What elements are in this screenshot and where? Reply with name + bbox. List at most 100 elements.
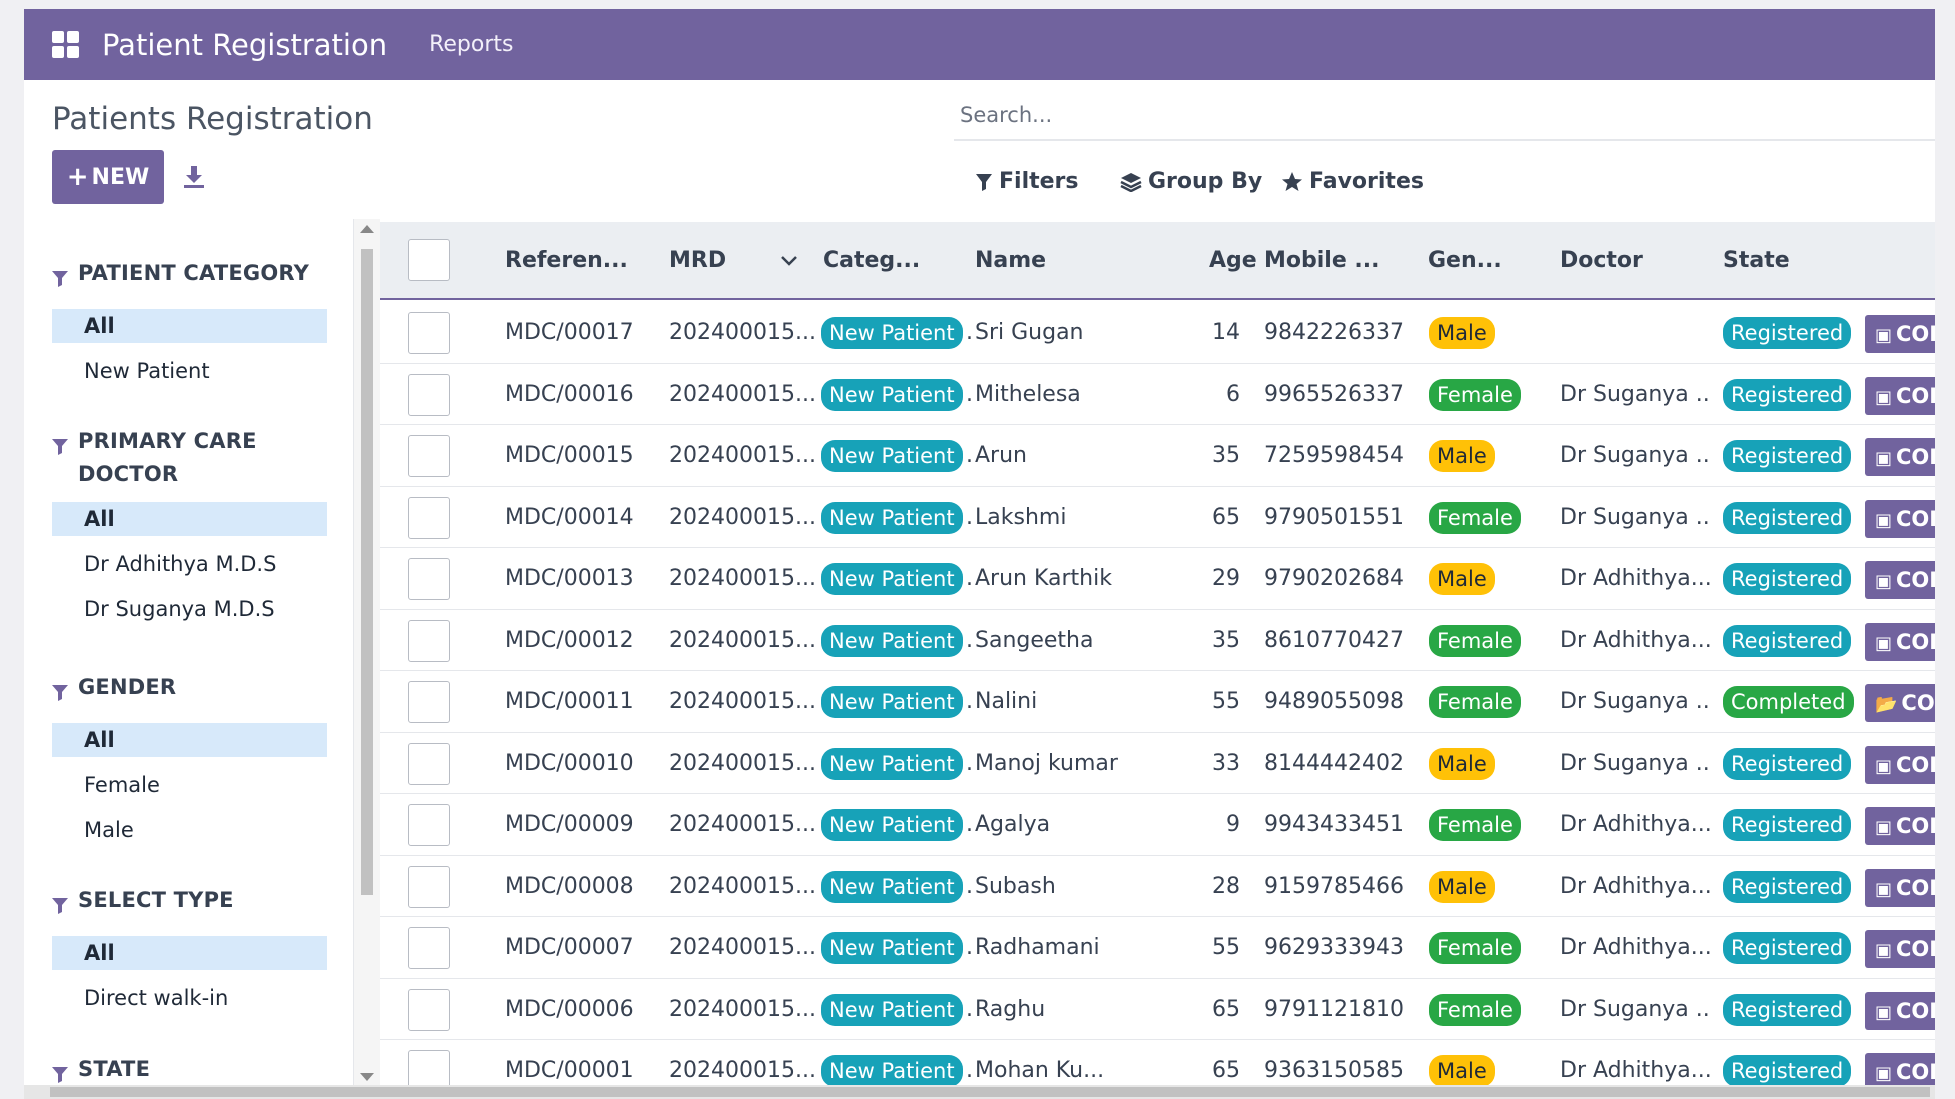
gender-badge: Male — [1429, 870, 1495, 903]
state-badge: Registered — [1723, 563, 1852, 595]
new-button[interactable]: + NEW — [52, 150, 164, 204]
column-header-age[interactable]: Age — [1209, 222, 1257, 300]
cell-doctor: Dr Suganya ... — [1560, 689, 1710, 714]
category-badge: New Patient — [821, 993, 963, 1026]
table-row[interactable]: MDC/00010 202400015... New Patient. Manoj k… — [380, 733, 1935, 794]
cell-reference: MDC/00008 — [505, 873, 634, 899]
column-header-name[interactable]: Name — [975, 222, 1046, 300]
horizontal-scrollbar[interactable] — [24, 1085, 1935, 1099]
apps-menu-icon[interactable] — [52, 30, 80, 59]
row-checkbox[interactable] — [408, 435, 450, 477]
table-row[interactable]: MDC/00014 202400015... New Patient. Lakshmi… — [380, 487, 1935, 548]
cell-age: 14 — [1212, 320, 1240, 345]
sidebar-item-all[interactable]: All — [52, 936, 327, 970]
sidebar-item-female[interactable]: Female — [52, 768, 327, 802]
table-row[interactable]: MDC/00017 202400015... New Patient. Sri Gug… — [380, 302, 1935, 364]
row-checkbox[interactable] — [408, 558, 450, 600]
cell-mrd: 202400015... — [669, 381, 814, 407]
sidebar-item-all[interactable]: All — [52, 502, 327, 536]
collect-button[interactable]: ▣COLL — [1865, 868, 1935, 907]
table-row[interactable]: MDC/00015 202400015... New Patient. Arun 35 7… — [380, 425, 1935, 487]
column-header-reference[interactable]: Referen... — [505, 222, 628, 300]
collect-button[interactable]: ▣COLL — [1865, 438, 1935, 476]
group-by-button[interactable]: Group By — [1120, 169, 1262, 194]
category-badge: New Patient — [821, 809, 963, 841]
cell-doctor: Dr Suganya ... — [1560, 504, 1710, 530]
sidebar-scrollbar[interactable] — [354, 219, 380, 1094]
top-navbar: Patient Registration Reports — [24, 9, 1935, 80]
row-checkbox[interactable] — [408, 742, 450, 785]
sidebar-item-all[interactable]: All — [52, 723, 327, 757]
section-title: SELECT TYPE — [78, 888, 234, 912]
row-checkbox[interactable] — [408, 619, 450, 662]
scroll-thumb[interactable] — [361, 249, 373, 895]
column-header-doctor[interactable]: Doctor — [1560, 222, 1643, 300]
cell-reference: MDC/00012 — [505, 627, 634, 653]
column-header-mobile[interactable]: Mobile ... — [1264, 222, 1380, 300]
table-row[interactable]: MDC/00008 202400015... New Patient. Subash 2… — [380, 856, 1935, 917]
column-header-state[interactable]: State — [1723, 222, 1790, 300]
row-checkbox[interactable] — [408, 681, 450, 723]
collect-button[interactable]: ▣COLL — [1865, 991, 1935, 1030]
scroll-up-icon[interactable] — [360, 225, 374, 233]
cell-mobile: 9943433451 — [1264, 812, 1404, 837]
table-row[interactable]: MDC/00012 202400015... New Patient. Sangeet… — [380, 610, 1935, 671]
filters-button[interactable]: Filters — [975, 169, 1079, 194]
consult-button[interactable]: 📂CONS — [1865, 684, 1935, 722]
table-row[interactable]: MDC/00016 202400015... New Patient. Mithele… — [380, 364, 1935, 425]
gender-badge: Female — [1429, 809, 1521, 841]
favorites-button[interactable]: Favorites — [1281, 169, 1424, 194]
column-header-category[interactable]: Categ... — [823, 222, 920, 300]
sidebar-item-dr-suganya[interactable]: Dr Suganya M.D.S — [52, 592, 327, 626]
gender-badge: Female — [1429, 932, 1521, 964]
search-input[interactable] — [954, 103, 1935, 127]
row-checkbox[interactable] — [408, 312, 450, 354]
horizontal-scroll-thumb[interactable] — [50, 1087, 1930, 1097]
cell-age: 55 — [1212, 935, 1240, 960]
collect-button[interactable]: ▣COLL — [1865, 499, 1935, 538]
chevron-down-icon[interactable] — [780, 222, 798, 300]
cell-mobile: 8144442402 — [1264, 750, 1404, 776]
column-header-gender[interactable]: Gen... — [1428, 222, 1502, 300]
table-row[interactable]: MDC/00007 202400015... New Patient. Radhama… — [380, 917, 1935, 979]
row-checkbox[interactable] — [408, 927, 450, 969]
state-badge: Registered — [1723, 870, 1852, 903]
column-header-mrd[interactable]: MRD — [669, 222, 726, 300]
row-checkbox[interactable] — [408, 865, 450, 908]
table-row[interactable]: MDC/00006 202400015... New Patient. Raghu 65… — [380, 979, 1935, 1040]
sidebar-item-new-patient[interactable]: New Patient — [52, 354, 327, 388]
row-checkbox[interactable] — [408, 373, 450, 416]
collect-button[interactable]: ▣COLL — [1865, 930, 1935, 968]
row-checkbox[interactable] — [408, 496, 450, 539]
cell-age: 9 — [1226, 812, 1240, 837]
category-badge: New Patient — [821, 686, 963, 718]
collect-button[interactable]: ▣COLL — [1865, 622, 1935, 661]
table-row[interactable]: MDC/00013 202400015... New Patient. Arun Ka… — [380, 548, 1935, 610]
cell-dot: . — [966, 935, 973, 960]
collect-button[interactable]: ▣COLL — [1865, 315, 1935, 353]
cell-age: 65 — [1212, 996, 1240, 1022]
sidebar-item-male[interactable]: Male — [52, 813, 327, 847]
sidebar-item-all[interactable]: All — [52, 309, 327, 343]
filters-label: Filters — [999, 169, 1079, 194]
row-checkbox[interactable] — [408, 804, 450, 846]
collect-button[interactable]: ▣COLL — [1865, 561, 1935, 599]
menu-reports[interactable]: Reports — [429, 32, 513, 57]
collect-button[interactable]: ▣COLL — [1865, 745, 1935, 784]
action-label: COLL — [1896, 1060, 1935, 1084]
sidebar-item-dr-adhithya[interactable]: Dr Adhithya M.D.S — [52, 547, 327, 581]
table-row[interactable]: MDC/00009 202400015... New Patient. Agalya 9… — [380, 794, 1935, 856]
scroll-down-icon[interactable] — [360, 1073, 374, 1081]
collect-button[interactable]: ▣COLL — [1865, 807, 1935, 845]
table-row[interactable]: MDC/00011 202400015... New Patient. Nalini 5… — [380, 671, 1935, 733]
cash-icon: ▣ — [1875, 632, 1893, 654]
sidebar-item-direct-walk-in[interactable]: Direct walk-in — [52, 981, 327, 1015]
app-title[interactable]: Patient Registration — [102, 28, 387, 62]
select-all-checkbox[interactable] — [408, 239, 450, 281]
cash-icon: ▣ — [1875, 509, 1893, 531]
collect-button[interactable]: ▣COLL — [1865, 376, 1935, 415]
download-icon[interactable] — [182, 164, 206, 190]
sidebar-section-doctor: PRIMARY CARE DOCTOR All Dr Adhithya M.D.… — [52, 425, 327, 626]
row-checkbox[interactable] — [408, 988, 450, 1031]
action-label: COLL — [1896, 568, 1935, 592]
